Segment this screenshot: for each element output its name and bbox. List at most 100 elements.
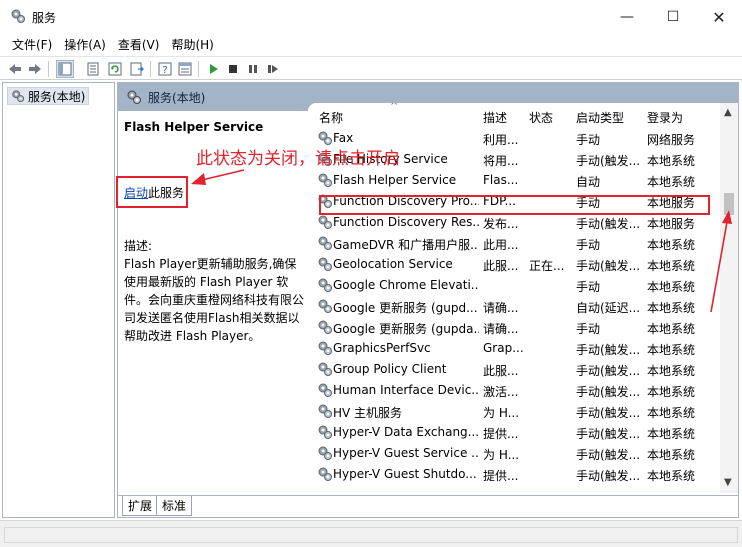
table-row[interactable]: Google 更新服务 (gupd... 请确... 自动(延迟... 本地系统 (308, 296, 720, 317)
service-startup-type: 手动(触发... (576, 154, 641, 168)
help-icon[interactable]: ? (156, 60, 174, 78)
service-gear-icon (317, 340, 333, 356)
service-desc: 为 H... (483, 406, 520, 420)
pause-service-icon[interactable] (244, 60, 262, 78)
table-row[interactable]: Geolocation Service 此服... 正在... 手动(触发... 本地系… (308, 254, 720, 275)
title-bar: 服务 — ☐ ✕ (0, 0, 742, 34)
service-desc: Grap... (483, 341, 523, 355)
service-logon-as: 本地系统 (647, 238, 696, 252)
table-row[interactable]: Human Interface Devic... 激活... 手动(触发... 本地系… (308, 380, 720, 401)
service-desc: 提供... (483, 427, 519, 441)
back-arrow-icon[interactable] (6, 60, 24, 78)
service-desc: 利用... (483, 133, 519, 147)
window-title: 服务 (32, 11, 57, 25)
service-logon-as: 本地系统 (647, 259, 696, 273)
table-row[interactable]: GameDVR 和广播用户服... 此用... 手动 本地系统 (308, 233, 720, 254)
export-list-icon[interactable] (128, 60, 146, 78)
console-tree-icon[interactable] (56, 60, 74, 78)
close-button[interactable]: ✕ (696, 0, 742, 34)
service-startup-type: 手动(触发... (576, 406, 641, 420)
menu-file[interactable]: 文件(F) (6, 34, 58, 56)
menu-bar: 文件(F) 操作(A) 查看(V) 帮助(H) (0, 34, 742, 56)
table-row[interactable]: Hyper-V Guest Service ... 为 H... 手动(触发... 本… (308, 443, 720, 464)
service-logon-as: 本地系统 (647, 154, 696, 168)
column-headers: 名称 ^ 描述 状态 启动类型 登录为 (308, 103, 738, 127)
service-startup-type: 手动(触发... (576, 448, 641, 462)
tree-item-services-local[interactable]: 服务(本地) (7, 87, 90, 105)
table-row[interactable]: Flash Helper Service Flas... 自动 本地系统 (308, 170, 720, 191)
scrollbar-thumb[interactable] (724, 193, 734, 215)
restart-service-icon[interactable] (264, 60, 282, 78)
maximize-button[interactable]: ☐ (650, 0, 696, 34)
service-gear-icon (317, 172, 333, 188)
service-logon-as: 本地系统 (647, 406, 696, 420)
vertical-scrollbar[interactable]: ▲ ▼ (720, 103, 738, 493)
menu-action[interactable]: 操作(A) (58, 34, 112, 56)
column-header-name[interactable]: 名称 (319, 109, 343, 126)
service-gear-icon (317, 382, 333, 398)
table-row[interactable]: GraphicsPerfSvc Grap... 手动(触发... 本地系统 (308, 338, 720, 359)
service-gear-icon (317, 277, 333, 293)
service-startup-type: 手动 (576, 238, 601, 252)
details-view-icon[interactable] (176, 60, 194, 78)
service-startup-type: 手动 (576, 133, 601, 147)
table-row[interactable]: Group Policy Client 此服... 手动(触发... 本地系统 (308, 359, 720, 380)
table-row[interactable]: Function Discovery Res... 发布... 手动(触发... 本地… (308, 212, 720, 233)
column-header-description[interactable]: 描述 (483, 109, 507, 126)
start-service-icon[interactable] (204, 60, 222, 78)
column-header-logon-as[interactable]: 登录为 (647, 109, 683, 126)
scroll-up-icon[interactable]: ▲ (724, 107, 732, 118)
service-gear-icon (317, 424, 333, 440)
service-gear-icon (317, 361, 333, 377)
toolbar-separator (48, 61, 49, 77)
service-logon-as: 本地系统 (647, 385, 696, 399)
forward-arrow-icon[interactable] (26, 60, 44, 78)
service-logon-as: 本地系统 (647, 469, 696, 483)
table-row[interactable]: HV 主机服务 为 H... 手动(触发... 本地系统 (308, 401, 720, 422)
service-name: Group Policy Client (333, 362, 447, 376)
service-startup-type: 手动(触发... (576, 217, 641, 231)
refresh-icon[interactable] (106, 60, 124, 78)
service-name: Google 更新服务 (gupda... (333, 322, 479, 336)
toolbar-separator (150, 61, 151, 77)
service-logon-as: 本地系统 (647, 448, 696, 462)
start-service-link[interactable]: 启动 (124, 186, 148, 200)
scroll-down-icon[interactable]: ▼ (724, 477, 732, 488)
column-header-status[interactable]: 状态 (529, 109, 553, 126)
status-bar (0, 520, 742, 547)
service-name: GraphicsPerfSvc (333, 341, 431, 355)
gears-icon (12, 90, 25, 103)
menu-help[interactable]: 帮助(H) (165, 34, 219, 56)
service-logon-as: 本地系统 (647, 343, 696, 357)
service-gear-icon (317, 298, 333, 314)
menu-view[interactable]: 查看(V) (112, 34, 166, 56)
service-desc: 此服... (483, 364, 519, 378)
service-name: Hyper-V Data Exchang... (333, 425, 479, 439)
service-name: Geolocation Service (333, 257, 453, 271)
table-row[interactable]: Google Chrome Elevati... 手动 本地系统 (308, 275, 720, 296)
service-desc: 激活... (483, 385, 519, 399)
minimize-button[interactable]: — (604, 0, 650, 34)
service-logon-as: 本地系统 (647, 427, 696, 441)
stop-service-icon[interactable] (224, 60, 242, 78)
tab-extended[interactable]: 扩展 (122, 496, 159, 516)
properties-list-icon[interactable] (84, 60, 102, 78)
table-row[interactable]: Hyper-V Guest Shutdo... 提供... 手动(触发... 本地系统 (308, 464, 720, 485)
service-desc: 提供... (483, 469, 519, 483)
service-startup-type: 自动(延迟... (576, 301, 641, 315)
pane-header-title: 服务(本地) (148, 90, 206, 105)
service-desc: 发布... (483, 217, 519, 231)
table-row[interactable]: Hyper-V Data Exchang... 提供... 手动(触发... 本地系统 (308, 422, 720, 443)
service-logon-as: 本地服务 (647, 217, 696, 231)
table-row[interactable]: Google 更新服务 (gupda... 请确... 手动 本地系统 (308, 317, 720, 338)
service-name: Google 更新服务 (gupd... (333, 301, 478, 315)
service-logon-as: 本地系统 (647, 280, 696, 294)
service-startup-type: 手动(触发... (576, 427, 641, 441)
service-startup-type: 手动(触发... (576, 385, 641, 399)
service-startup-type: 自动 (576, 175, 601, 189)
service-logon-as: 本地系统 (647, 364, 696, 378)
service-gear-icon (317, 235, 333, 251)
selected-service-name: Flash Helper Service (124, 120, 264, 134)
tab-standard[interactable]: 标准 (156, 496, 193, 516)
column-header-startup-type[interactable]: 启动类型 (576, 109, 624, 126)
